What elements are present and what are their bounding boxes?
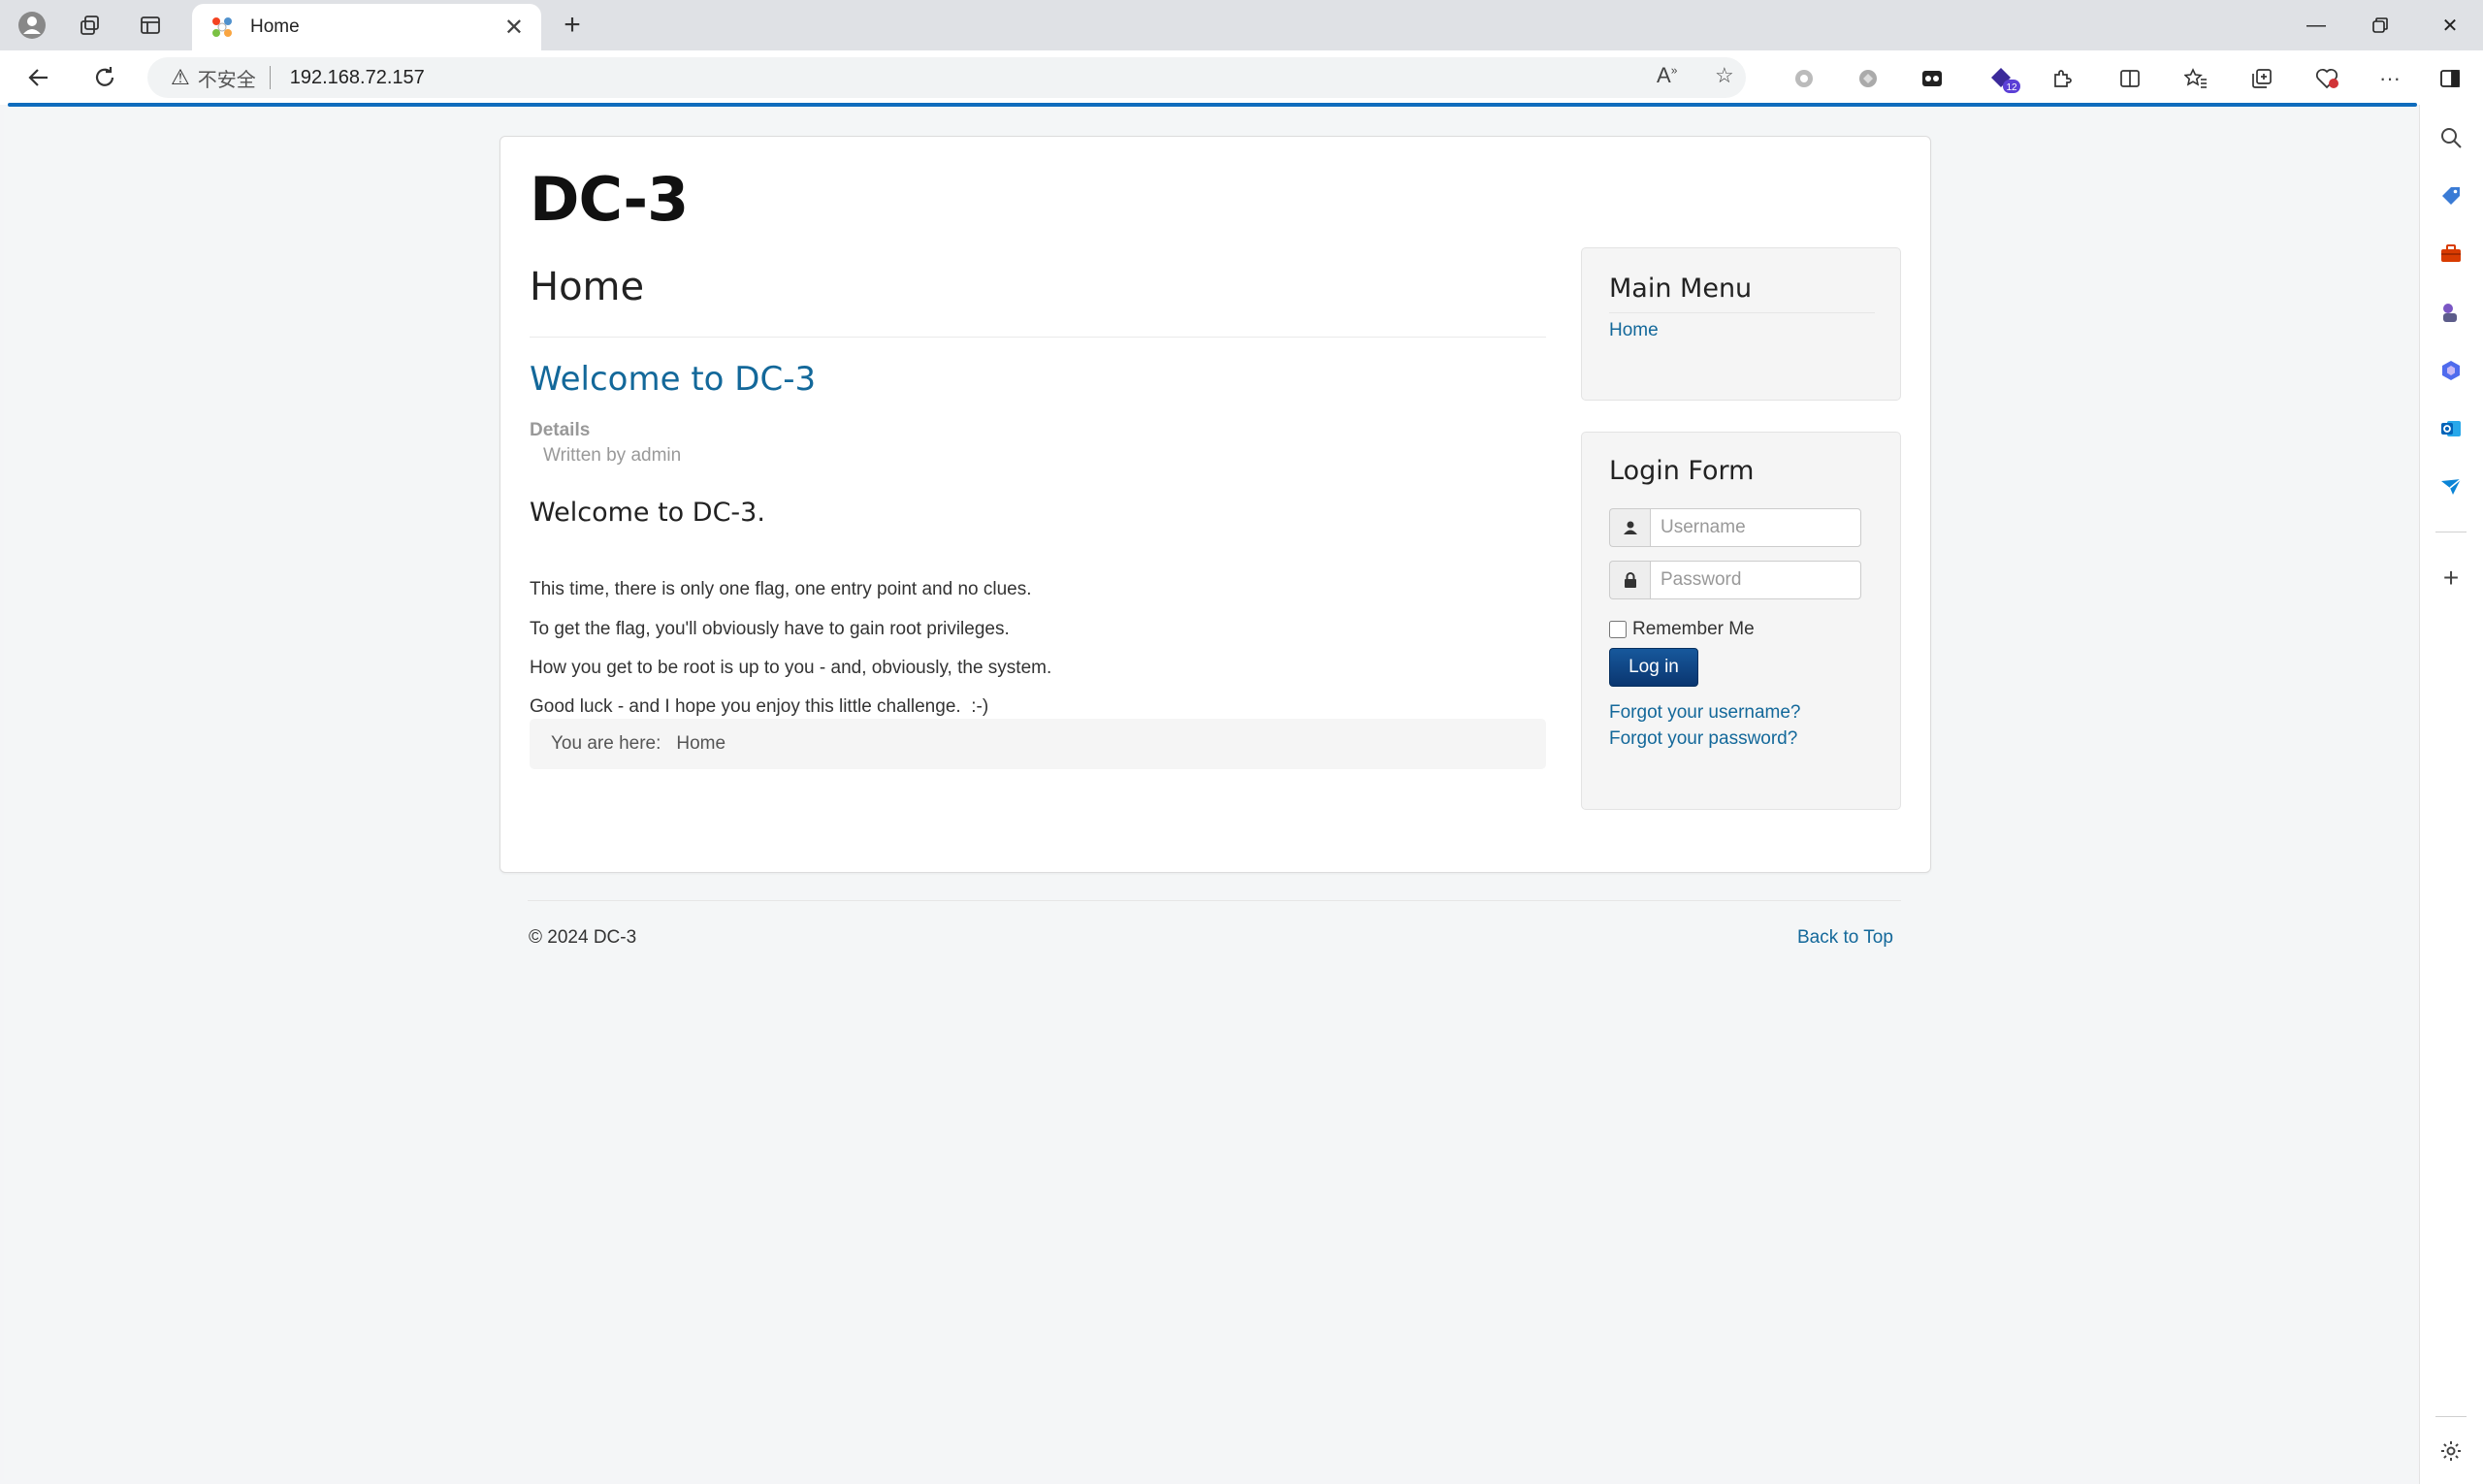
content-panel: DC-3 Home Welcome to DC-3 Details Writte… — [500, 136, 1931, 873]
lock-icon — [1609, 561, 1650, 599]
joomla-favicon-icon — [212, 17, 232, 37]
outlook-icon[interactable] — [2432, 409, 2470, 448]
module-divider — [1609, 312, 1875, 313]
tab-close-icon[interactable]: ✕ — [504, 14, 524, 42]
close-window-icon[interactable]: ✕ — [2421, 6, 2479, 45]
profile-icon[interactable] — [10, 8, 54, 43]
split-screen-icon[interactable] — [2112, 62, 2147, 95]
copilot-icon[interactable] — [2432, 351, 2470, 390]
more-options-icon[interactable]: ··· — [2372, 62, 2407, 95]
address-bar[interactable]: ⚠ 不安全 192.168.72.157 A» ☆ — [147, 57, 1746, 98]
browser-toolbar: ⚠ 不安全 192.168.72.157 A» ☆ 12 ··· — [0, 50, 2483, 105]
collections-icon[interactable] — [2244, 62, 2279, 95]
tab-bar: Home ✕ + — ✕ — [0, 0, 2483, 50]
extension-badge-count: 12 — [2006, 82, 2017, 93]
user-icon — [1609, 508, 1650, 547]
restore-icon[interactable] — [2351, 6, 2409, 45]
back-icon[interactable] — [19, 60, 58, 95]
forgot-username-link[interactable]: Forgot your username? — [1609, 702, 1801, 724]
shopping-tag-icon[interactable] — [2432, 177, 2470, 215]
login-form-title: Login Form — [1609, 456, 1755, 486]
security-label[interactable]: 不安全 — [198, 64, 256, 92]
article-paragraph: How you get to be root is up to you - an… — [530, 658, 1052, 678]
remember-me[interactable]: Remember Me — [1609, 619, 1755, 640]
send-icon[interactable] — [2432, 468, 2470, 506]
extension-shield-icon[interactable] — [1851, 62, 1886, 95]
vertical-tabs-icon[interactable] — [128, 8, 173, 43]
search-icon[interactable] — [2432, 118, 2470, 157]
title-divider — [530, 337, 1546, 338]
login-form-module: Login Form Remember Me Log in Forgot you… — [1581, 432, 1901, 810]
article-heading: Welcome to DC-3. — [530, 498, 765, 528]
article-paragraph: To get the flag, you'll obviously have t… — [530, 619, 1010, 639]
favorite-star-icon[interactable]: ☆ — [1715, 63, 1734, 88]
add-icon[interactable]: + — [2432, 559, 2470, 597]
new-tab-button[interactable]: + — [555, 8, 590, 43]
tab-home[interactable]: Home ✕ — [192, 4, 541, 50]
article-details-label: Details — [530, 420, 591, 440]
article-title-link[interactable]: Welcome to DC-3 — [530, 360, 816, 399]
site-brand[interactable]: DC-3 — [530, 164, 689, 235]
favorites-icon[interactable] — [2178, 62, 2213, 95]
footer-copyright: © 2024 DC-3 — [529, 927, 637, 948]
extension-badge-icon[interactable]: 12 — [1983, 62, 2025, 95]
footer-divider — [528, 900, 1901, 901]
page-viewport: DC-3 Home Welcome to DC-3 Details Writte… — [4, 107, 2417, 1480]
breadcrumb-current: Home — [676, 733, 726, 754]
breadcrumb-label: You are here: — [551, 733, 661, 754]
refresh-icon[interactable] — [85, 60, 124, 95]
minimize-icon[interactable]: — — [2287, 6, 2345, 45]
edge-sidebar: + — [2419, 105, 2483, 1484]
warning-icon[interactable]: ⚠ — [171, 65, 190, 90]
password-input[interactable] — [1650, 561, 1861, 599]
username-group — [1609, 508, 1861, 547]
browser-essentials-icon[interactable] — [2310, 62, 2345, 95]
extensions-puzzle-icon[interactable] — [2045, 62, 2080, 95]
breadcrumb: You are here: Home — [530, 719, 1546, 769]
main-menu-module: Main Menu Home — [1581, 247, 1901, 401]
menu-item-home[interactable]: Home — [1609, 320, 1659, 341]
page-title: Home — [530, 265, 645, 309]
main-menu-title: Main Menu — [1609, 274, 1753, 304]
url-text[interactable]: 192.168.72.157 — [290, 67, 425, 89]
settings-gear-icon[interactable] — [2432, 1432, 2470, 1470]
tools-icon[interactable] — [2432, 235, 2470, 274]
sidebar-toggle-icon[interactable] — [2433, 62, 2467, 95]
read-aloud-icon[interactable]: A» — [1657, 63, 1677, 88]
tab-title: Home — [250, 16, 300, 37]
forgot-password-link[interactable]: Forgot your password? — [1609, 728, 1797, 750]
article-paragraph: This time, there is only one flag, one e… — [530, 579, 1032, 599]
remember-me-checkbox[interactable] — [1609, 621, 1627, 638]
remember-me-label: Remember Me — [1632, 619, 1755, 639]
workspaces-icon[interactable] — [68, 8, 113, 43]
back-to-top-link[interactable]: Back to Top — [1797, 927, 1893, 949]
article-paragraph: Good luck - and I hope you enjoy this li… — [530, 696, 989, 717]
games-icon[interactable] — [2432, 293, 2470, 332]
extension-glasses-icon[interactable] — [1915, 62, 1950, 95]
username-input[interactable] — [1650, 508, 1861, 547]
sidebar-divider — [2435, 1416, 2467, 1417]
password-group — [1609, 561, 1861, 599]
article-author: Written by admin — [543, 445, 682, 466]
extension-grey-icon[interactable] — [1787, 62, 1822, 95]
login-button[interactable]: Log in — [1609, 648, 1698, 687]
address-separator — [269, 66, 271, 89]
